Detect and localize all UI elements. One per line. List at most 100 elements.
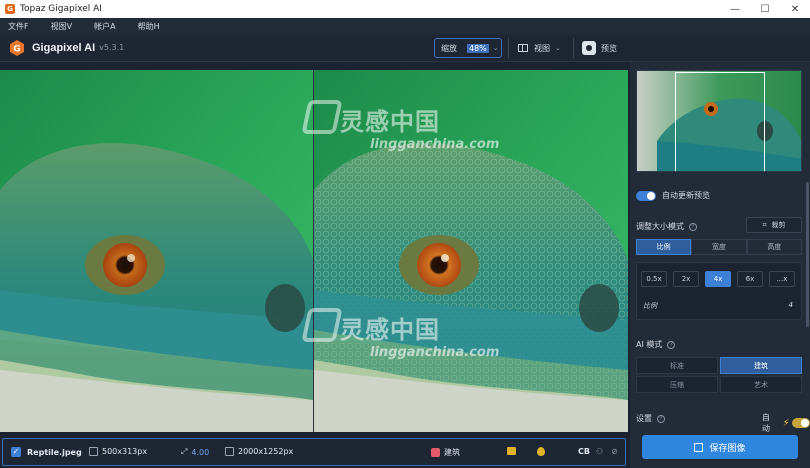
svg-text:G: G (13, 44, 20, 54)
cb-status: CB ⚇ ⊘ (578, 447, 618, 456)
preview-canvas[interactable]: 灵感中国 lingganchina.com 灵感中国 lingganchina.… (0, 70, 628, 432)
output-size-icon (225, 447, 234, 456)
gigapixel-logo-icon: G (10, 39, 24, 56)
scale-field-input[interactable]: 4 (789, 301, 793, 309)
ai-mode-standard[interactable]: 标准 (636, 357, 718, 374)
scale-6x-button[interactable]: 6x (737, 271, 763, 287)
input-size-value: 500x313px (102, 447, 148, 456)
scale-0-5x-button[interactable]: 0.5x (641, 271, 667, 287)
scale-factor: ⤢ 4.00 (181, 447, 209, 457)
ai-mode-header: AI 模式 ? (636, 339, 676, 350)
preview-toggle[interactable]: 预览 (582, 38, 617, 58)
header-divider (573, 38, 574, 58)
lightning-icon: ⚡ (782, 417, 790, 429)
crop-label: 裁剪 (771, 221, 786, 229)
tab-scale[interactable]: 比例 (636, 239, 692, 255)
navigator-thumbnail[interactable] (636, 70, 802, 172)
resize-mode-header: 调整大小模式 ? (636, 221, 697, 232)
scale-factor-value: 4.00 (191, 447, 210, 457)
input-size: 500x313px (89, 447, 147, 456)
menu-file[interactable]: 文件F (8, 21, 29, 32)
window-titlebar: G Topaz Gigapixel AI — ☐ ✕ (0, 0, 810, 18)
noise-reduction-icon (507, 447, 516, 455)
watermark-url: lingganchina.com (370, 345, 500, 360)
menu-view[interactable]: 视图V (51, 21, 72, 32)
auto-settings: 自动 ⚡ (762, 412, 810, 434)
image-select-checkbox[interactable]: ✓ (11, 447, 21, 457)
ai-mode-architecture[interactable]: 建筑 (720, 357, 802, 374)
remove-icon[interactable]: ⊘ (611, 447, 618, 456)
file-name: Reptile.jpeg (27, 447, 82, 457)
image-status-bar[interactable]: ✓ Reptile.jpeg 500x313px ⤢ 4.00 2000x125… (2, 438, 626, 466)
auto-update-row: 自动更新预览 (636, 190, 710, 201)
ai-mode-compressed[interactable]: 压缩 (636, 376, 718, 393)
watermark-url: lingganchina.com (370, 137, 500, 152)
scale-custom-button[interactable]: ...x (769, 271, 795, 287)
zoom-label: 缩放 (441, 43, 457, 53)
view-label: 视图 (534, 43, 550, 53)
panel-scrollbar[interactable] (806, 182, 809, 327)
output-size: 2000x1252px (225, 447, 293, 456)
color-correction-icon (537, 447, 545, 456)
tab-height[interactable]: 高度 (746, 239, 802, 255)
crop-button[interactable]: ⌗ 裁剪 (746, 217, 802, 233)
ai-mode-status: 建筑 (431, 447, 460, 458)
menu-bar: 文件F 视图V 帐户A 帮助H (0, 18, 810, 34)
eye-icon (582, 41, 596, 55)
preview-label: 预览 (601, 43, 617, 53)
ai-mode-art[interactable]: 艺术 (720, 376, 802, 393)
ai-mode-options: 标准 建筑 压缩 艺术 (636, 357, 802, 393)
watermark-text: 灵感中国 (340, 316, 440, 344)
resize-mode-label: 调整大小模式 (636, 222, 684, 231)
zoom-dropdown[interactable]: 缩放 48% ⌄ (434, 38, 502, 58)
close-button[interactable]: ✕ (780, 0, 810, 18)
auto-label: 自动 (762, 413, 770, 433)
chevron-down-icon: ⌄ (492, 44, 499, 52)
lizard-image-original (0, 70, 313, 432)
menu-account[interactable]: 帐户A (94, 21, 115, 32)
ai-mode-icon (431, 448, 440, 457)
input-size-icon (89, 447, 98, 456)
help-icon[interactable]: ? (667, 340, 676, 349)
person-icon: ⚇ (595, 447, 604, 456)
chevron-down-icon: ⌄ (555, 44, 561, 52)
watermark-bottom: 灵感中国 lingganchina.com (340, 310, 499, 360)
auto-settings-toggle[interactable] (791, 418, 810, 428)
help-icon[interactable]: ? (657, 414, 665, 423)
settings-label: 设置 (636, 414, 652, 423)
window-controls: — ☐ ✕ (720, 0, 810, 18)
app-icon: G (5, 4, 15, 14)
settings-header: 设置 ? (636, 413, 665, 424)
zoom-value: 48% (467, 43, 489, 53)
face-icon-slot[interactable] (537, 447, 545, 456)
maximize-button[interactable]: ☐ (750, 0, 780, 18)
ai-mode-value: 建筑 (444, 448, 460, 457)
window-title: Topaz Gigapixel AI (20, 4, 102, 14)
view-dropdown[interactable]: 视图 ⌄ (518, 38, 561, 58)
original-image-pane[interactable] (0, 70, 313, 432)
scale-4x-button[interactable]: 4x (705, 271, 731, 287)
auto-update-label: 自动更新预览 (662, 191, 710, 200)
menu-help[interactable]: 帮助H (138, 21, 160, 32)
tab-width[interactable]: 宽度 (691, 239, 747, 255)
ai-mode-label: AI 模式 (636, 340, 663, 349)
scale-2x-button[interactable]: 2x (673, 271, 699, 287)
app-name: Gigapixel AI (32, 41, 96, 54)
split-view-icon (518, 44, 528, 52)
watermark-top: 灵感中国 lingganchina.com (340, 102, 499, 152)
app-header: G Gigapixel AI v5.3.1 缩放 48% ⌄ 视图 ⌄ 预览 (0, 34, 810, 62)
minimize-button[interactable]: — (720, 0, 750, 18)
save-icon (694, 442, 704, 452)
save-label: 保存图像 (709, 443, 746, 454)
scale-field-label: 比例 (643, 302, 657, 310)
output-size-value: 2000x1252px (238, 447, 294, 456)
resize-mode-tabs: 比例 宽度 高度 (636, 239, 802, 255)
app-version: v5.3.1 (99, 43, 125, 52)
scale-options-box: 0.5x 2x 4x 6x ...x 比例 4 (636, 262, 802, 320)
auto-update-toggle[interactable] (636, 190, 656, 201)
help-icon[interactable]: ? (689, 222, 697, 231)
cb-label: CB (578, 447, 590, 456)
save-image-button[interactable]: 保存图像 (642, 435, 798, 459)
noise-icon-slot[interactable] (507, 447, 516, 455)
navigator-viewport-box[interactable] (675, 72, 765, 171)
